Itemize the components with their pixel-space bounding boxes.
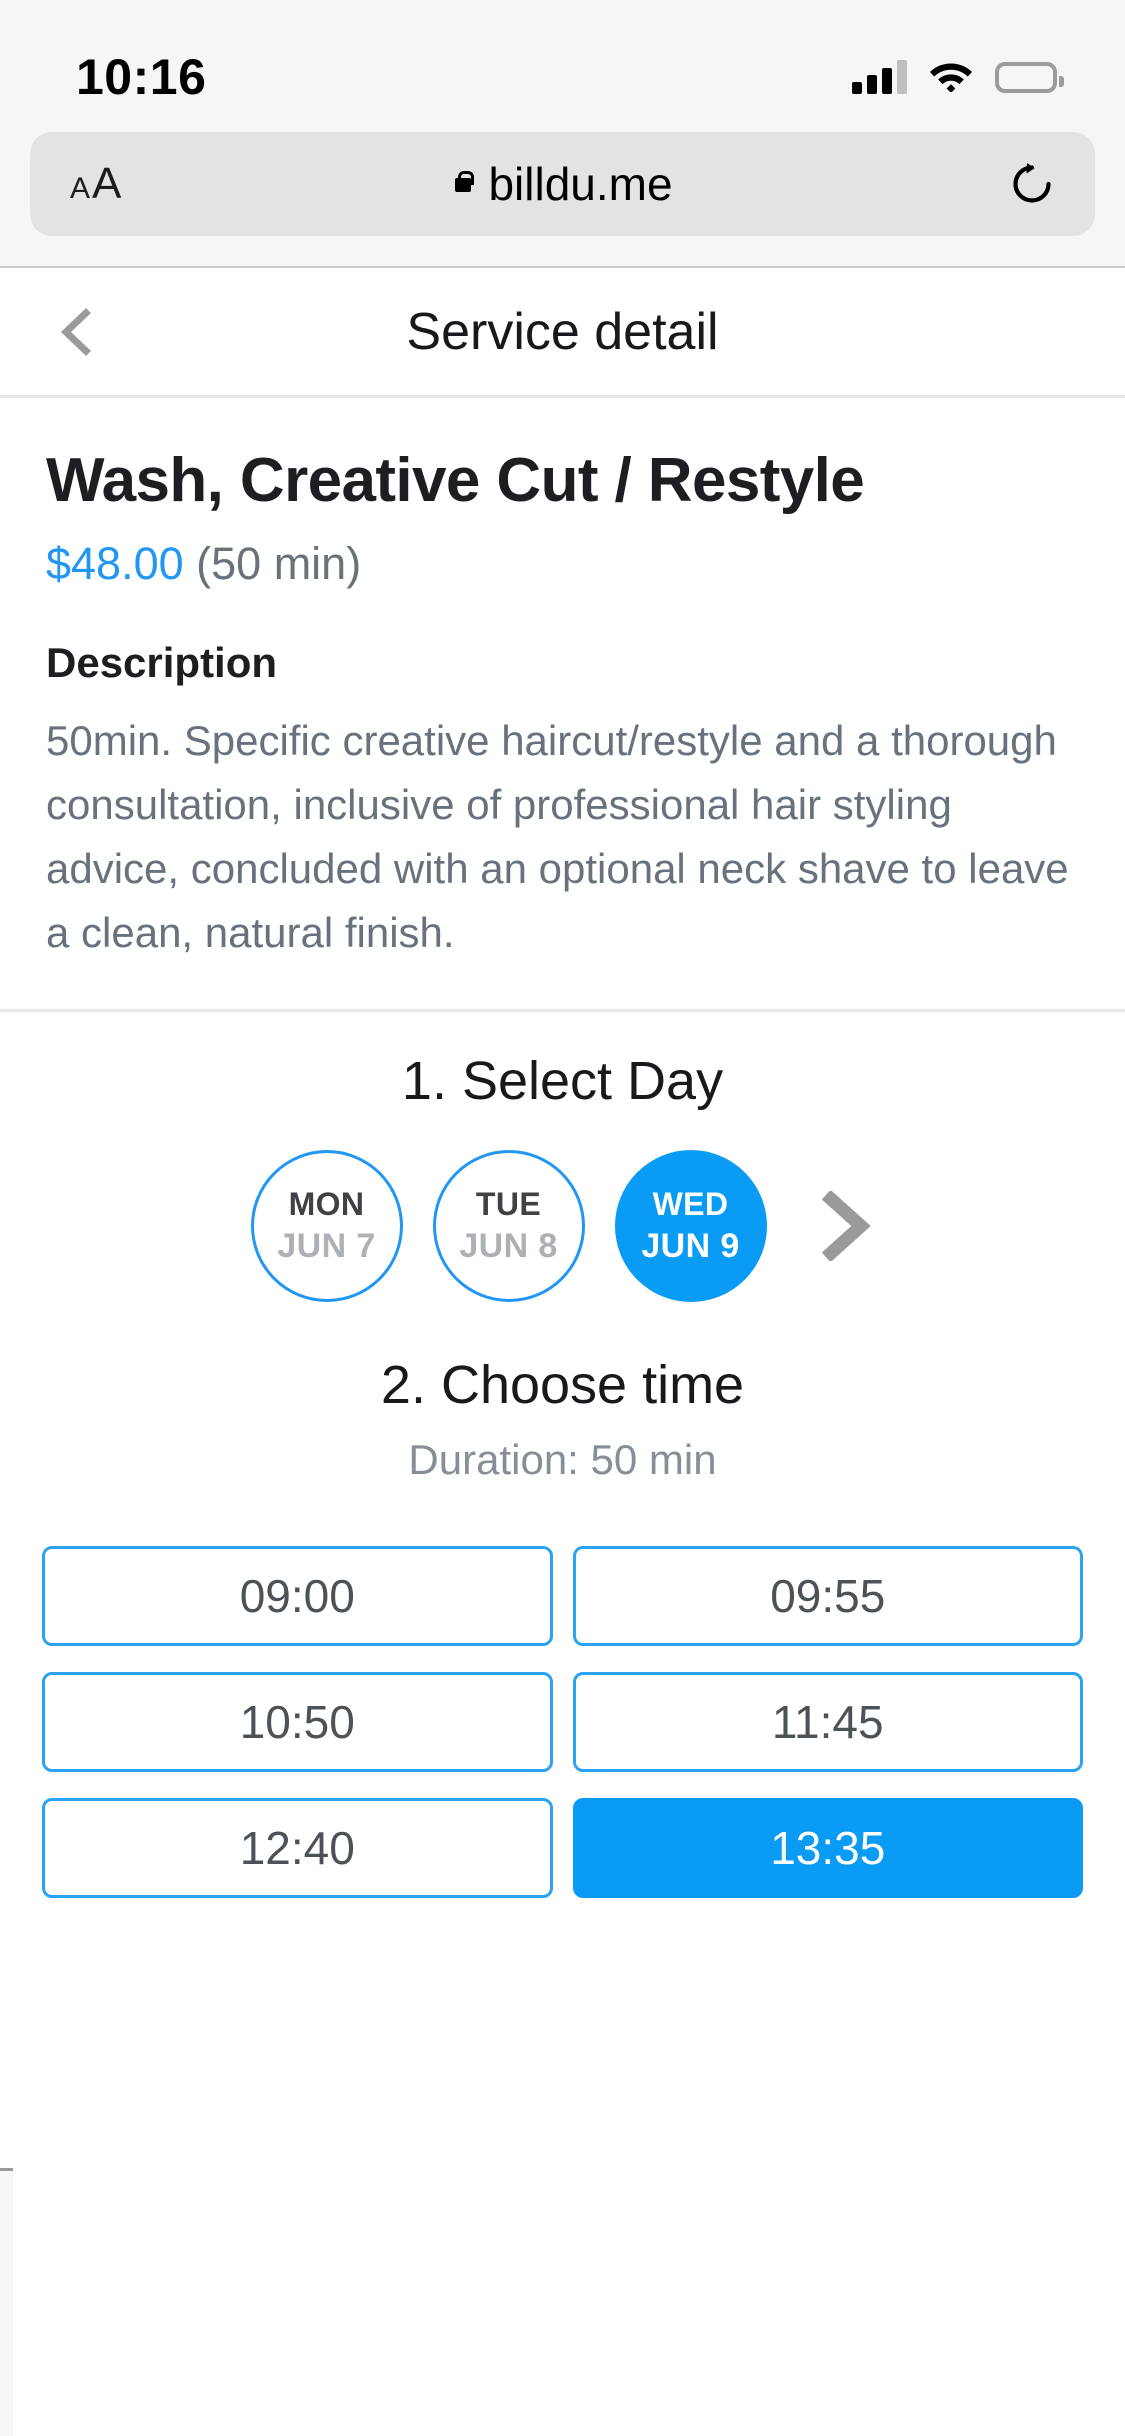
chevron-right-icon[interactable]	[815, 1189, 875, 1262]
address-bar-label: billdu.me	[30, 157, 1095, 211]
reload-icon[interactable]	[1009, 161, 1055, 207]
phone-screen: 10:16 AA billdu.me Service detail Wash, …	[0, 0, 1125, 2436]
description-text: 50min. Specific creative haircut/restyle…	[46, 717, 1069, 956]
back-button[interactable]	[52, 305, 106, 359]
day-option-date: JUN 9	[641, 1226, 740, 1265]
day-option-wed[interactable]: WED JUN 9	[614, 1149, 767, 1302]
description-label: Description	[46, 639, 278, 687]
step1-title: 1. Select Day	[401, 1050, 724, 1111]
booking-section: 1. Select Day MON JUN 7 TUE JUN 8 WED JU…	[0, 1011, 1125, 1898]
time-slot[interactable]: 09:55	[572, 1545, 1083, 1646]
time-slot[interactable]: 12:40	[42, 1797, 553, 1898]
browser-toolbar: AA billdu.me	[0, 132, 1125, 268]
url-text: billdu.me	[488, 158, 673, 210]
status-bar: 10:16	[0, 0, 1125, 132]
day-option-tue[interactable]: TUE JUN 8	[432, 1149, 585, 1302]
time-slot[interactable]: 10:50	[42, 1671, 553, 1772]
battery-icon	[995, 61, 1064, 93]
day-selector: MON JUN 7 TUE JUN 8 WED JUN 9	[0, 1149, 1125, 1302]
step2-title: 2. Choose time	[380, 1354, 745, 1415]
lock-icon	[452, 170, 475, 198]
page-navbar: Service detail	[0, 268, 1125, 398]
service-price-row: $48.00 (50 min)	[46, 537, 1079, 591]
day-option-dow: WED	[652, 1185, 729, 1222]
edge-panel-sliver	[0, 2168, 13, 2436]
status-time: 10:16	[76, 49, 207, 105]
time-slot[interactable]: 09:00	[42, 1545, 553, 1646]
text-size-icon[interactable]: AA	[70, 159, 121, 209]
time-slot-selected[interactable]: 13:35	[572, 1797, 1083, 1898]
day-option-date: JUN 7	[277, 1226, 376, 1265]
cellular-signal-icon	[852, 60, 907, 94]
status-icons	[852, 58, 1064, 97]
service-detail-card: Wash, Creative Cut / Restyle $48.00 (50 …	[0, 398, 1125, 1012]
service-price: $48.00	[46, 538, 184, 590]
day-option-dow: TUE	[475, 1185, 542, 1222]
duration-note: Duration: 50 min	[408, 1435, 717, 1483]
wifi-icon	[929, 58, 973, 97]
service-title: Wash, Creative Cut / Restyle	[46, 446, 865, 515]
time-slot-grid: 09:00 09:55 10:50 11:45 12:40 13:35	[0, 1545, 1125, 1898]
page-title: Service detail	[406, 302, 719, 361]
day-option-dow: MON	[288, 1185, 365, 1222]
day-option-date: JUN 8	[459, 1226, 558, 1265]
time-slot[interactable]: 11:45	[572, 1671, 1083, 1772]
address-bar[interactable]: AA billdu.me	[30, 132, 1095, 236]
service-duration: (50 min)	[196, 538, 362, 590]
day-option-mon[interactable]: MON JUN 7	[250, 1149, 403, 1302]
